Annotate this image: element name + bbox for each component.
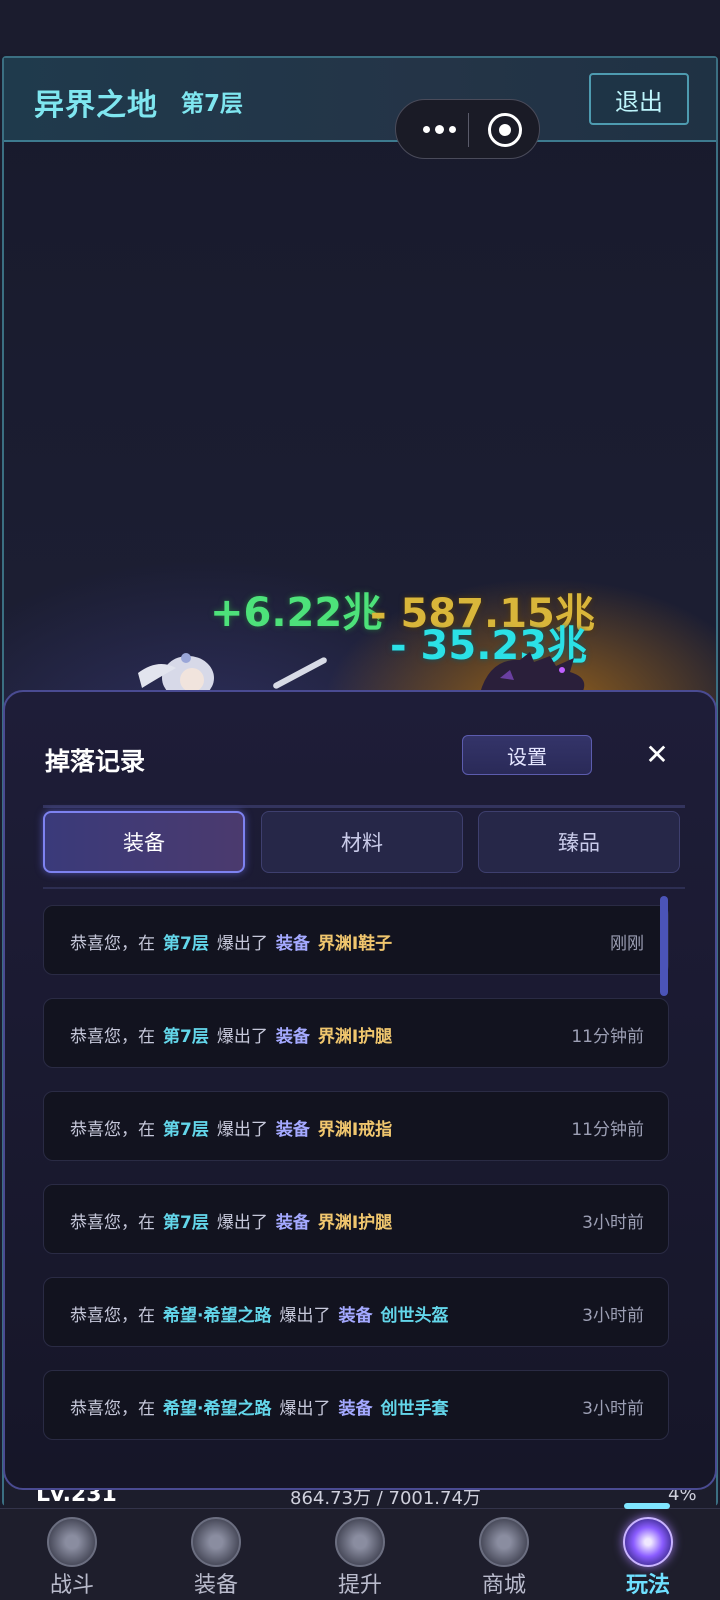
- gameplay-icon: [623, 1517, 673, 1567]
- record-prefix: 恭喜您，在: [70, 1399, 155, 1419]
- record-time: 3小时前: [582, 1213, 644, 1233]
- record-item: 界渊I鞋子: [317, 934, 393, 954]
- list-scrollbar[interactable]: [660, 896, 668, 996]
- record-prefix: 恭喜您，在: [70, 1213, 155, 1233]
- record-location: 第7层: [163, 1027, 209, 1047]
- record-time: 3小时前: [582, 1306, 644, 1326]
- record-row: 恭喜您，在 希望·希望之路 爆出了 装备 创世手套 3小时前: [43, 1370, 669, 1440]
- nav-item-equipment[interactable]: 装备: [144, 1509, 288, 1600]
- nav-label: 装备: [193, 1573, 238, 1598]
- nav-label: 战斗: [49, 1573, 94, 1598]
- record-verb: 爆出了: [216, 934, 268, 954]
- record-item: 界渊I护腿: [317, 1213, 393, 1233]
- map-title: 异界之地: [34, 88, 158, 123]
- record-category: 装备: [275, 1120, 310, 1140]
- nav-label: 商城: [481, 1573, 526, 1598]
- record-message: 恭喜您，在 第7层 爆出了 装备 界渊I鞋子: [70, 929, 392, 954]
- record-time: 3小时前: [582, 1399, 644, 1419]
- tabs-divider-bottom: [43, 887, 685, 889]
- record-verb: 爆出了: [279, 1306, 331, 1326]
- tabs-divider-top: [43, 805, 685, 808]
- record-time: 11分钟前: [571, 1120, 644, 1140]
- tab-materials[interactable]: 材料: [261, 811, 463, 873]
- panel-title: 掉落记录: [45, 747, 146, 776]
- record-verb: 爆出了: [216, 1027, 268, 1047]
- nav-item-gameplay[interactable]: 玩法: [576, 1509, 720, 1600]
- dragon-monster-icon: [480, 652, 585, 693]
- record-location: 希望·希望之路: [163, 1306, 272, 1326]
- more-options-icon[interactable]: [414, 119, 464, 139]
- record-prefix: 恭喜您，在: [70, 934, 155, 954]
- record-category: 装备: [275, 1027, 310, 1047]
- hero-character-icon: [138, 653, 214, 693]
- record-message: 恭喜您，在 希望·希望之路 爆出了 装备 创世手套: [70, 1394, 448, 1419]
- record-location: 第7层: [163, 1213, 209, 1233]
- close-miniprogram-icon[interactable]: [488, 113, 522, 147]
- record-message: 恭喜您，在 希望·希望之路 爆出了 装备 创世头盔: [70, 1301, 448, 1326]
- record-location: 第7层: [163, 1120, 209, 1140]
- record-row: 恭喜您，在 第7层 爆出了 装备 界渊I戒指 11分钟前: [43, 1091, 669, 1161]
- nav-item-battle[interactable]: 战斗: [0, 1509, 144, 1600]
- record-category: 装备: [338, 1399, 373, 1419]
- battle-icon: [47, 1517, 97, 1567]
- app-screen: 异界之地 第7层 退出 +6.22兆 - 587.15兆 - 35.23兆 Lv…: [0, 0, 720, 1600]
- nav-label: 提升: [337, 1573, 382, 1598]
- record-row: 恭喜您，在 第7层 爆出了 装备 界渊I护腿 3小时前: [43, 1184, 669, 1254]
- record-verb: 爆出了: [216, 1120, 268, 1140]
- record-verb: 爆出了: [216, 1213, 268, 1233]
- record-prefix: 恭喜您，在: [70, 1306, 155, 1326]
- tab-treasures[interactable]: 臻品: [478, 811, 680, 873]
- exit-button[interactable]: 退出: [589, 73, 689, 125]
- record-prefix: 恭喜您，在: [70, 1027, 155, 1047]
- drop-record-list[interactable]: 恭喜您，在 第7层 爆出了 装备 界渊I鞋子 刚刚 恭喜您，在 第7层 爆出了 装备 界渊I护腿…: [43, 905, 679, 1445]
- record-time: 刚刚: [610, 934, 644, 954]
- record-item: 界渊I戒指: [317, 1120, 393, 1140]
- nav-item-shop[interactable]: 商城: [432, 1509, 576, 1600]
- drop-record-panel: 掉落记录 设置 ✕ 装备 材料 臻品 恭喜您，在 第7层 爆出了 装备 界渊I鞋子 刚刚…: [3, 690, 717, 1490]
- record-location: 第7层: [163, 934, 209, 954]
- miniprogram-capsule: [395, 99, 540, 159]
- settings-button[interactable]: 设置: [462, 735, 592, 775]
- record-time: 11分钟前: [571, 1027, 644, 1047]
- close-icon[interactable]: ✕: [639, 737, 675, 773]
- equipment-icon: [191, 1517, 241, 1567]
- record-row: 恭喜您，在 第7层 爆出了 装备 界渊I鞋子 刚刚: [43, 905, 669, 975]
- record-prefix: 恭喜您，在: [70, 1120, 155, 1140]
- record-category: 装备: [275, 934, 310, 954]
- shop-icon: [479, 1517, 529, 1567]
- record-row: 恭喜您，在 第7层 爆出了 装备 界渊I护腿 11分钟前: [43, 998, 669, 1068]
- record-item: 创世头盔: [380, 1306, 449, 1326]
- floor-label: 第7层: [181, 91, 244, 117]
- record-message: 恭喜您，在 第7层 爆出了 装备 界渊I护腿: [70, 1208, 392, 1233]
- heal-number: +6.22兆: [210, 590, 383, 636]
- nav-item-upgrade[interactable]: 提升: [288, 1509, 432, 1600]
- record-item: 创世手套: [380, 1399, 449, 1419]
- upgrade-icon: [335, 1517, 385, 1567]
- record-item: 界渊I护腿: [317, 1027, 393, 1047]
- nav-label: 玩法: [625, 1573, 670, 1598]
- bottom-nav: 战斗 装备 提升 商城 玩法: [0, 1503, 720, 1600]
- capsule-divider: [468, 113, 469, 147]
- record-location: 希望·希望之路: [163, 1399, 272, 1419]
- record-category: 装备: [338, 1306, 373, 1326]
- record-verb: 爆出了: [279, 1399, 331, 1419]
- record-message: 恭喜您，在 第7层 爆出了 装备 界渊I护腿: [70, 1022, 392, 1047]
- record-row: 恭喜您，在 希望·希望之路 爆出了 装备 创世头盔 3小时前: [43, 1277, 669, 1347]
- record-category: 装备: [275, 1213, 310, 1233]
- tab-equipment[interactable]: 装备: [43, 811, 245, 873]
- system-status-area: [0, 0, 720, 54]
- record-message: 恭喜您，在 第7层 爆出了 装备 界渊I戒指: [70, 1115, 392, 1140]
